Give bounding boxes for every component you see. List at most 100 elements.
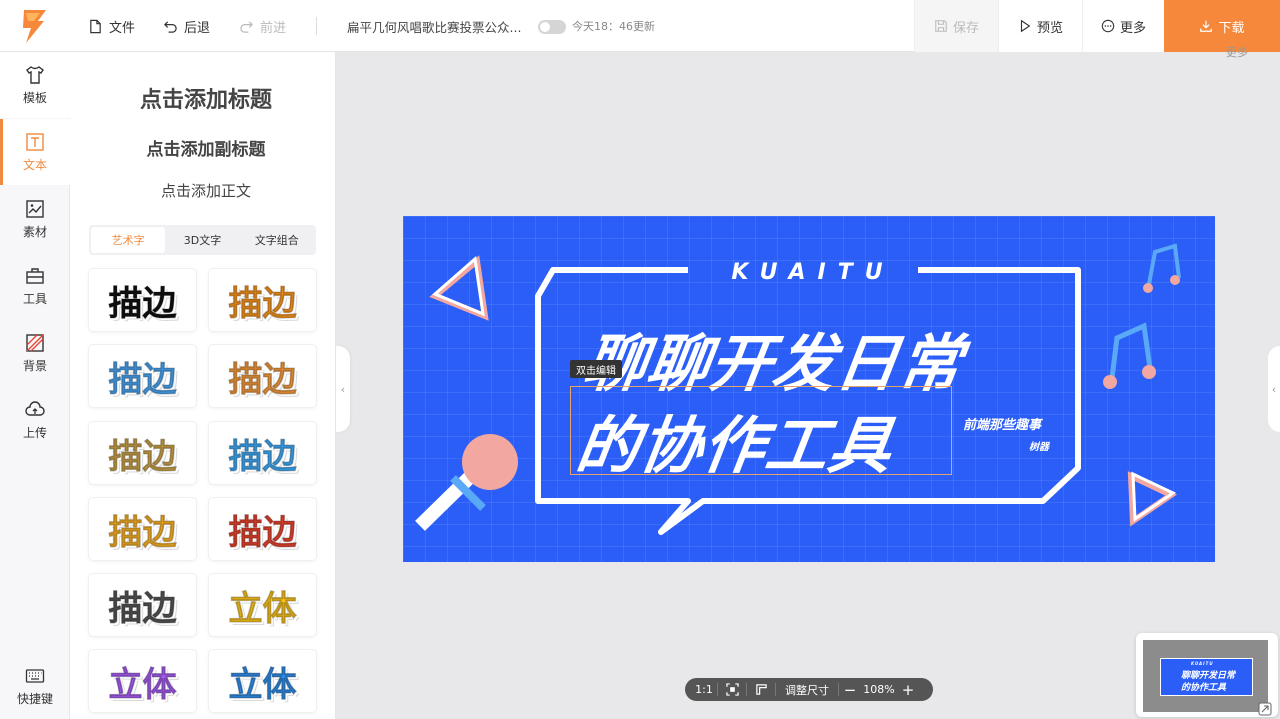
- music-note-large: [1103, 322, 1156, 389]
- art-text-tile[interactable]: 描边: [89, 269, 196, 331]
- art-text-tile[interactable]: 描边: [209, 422, 316, 484]
- top-toolbar: 文件 后退 前进 扁平几何风唱歌比赛投票公众... 今天18：46更新 保存 预…: [0, 0, 1280, 52]
- tab-3d-text[interactable]: 3D文字: [165, 227, 239, 253]
- more-button[interactable]: 更多: [1082, 0, 1164, 52]
- art-text-sample: 描边: [108, 436, 177, 477]
- minimap-canvas-preview: KUAITU 聊聊开发日常 的协作工具: [1160, 658, 1253, 696]
- keyboard-icon: [25, 668, 45, 683]
- redo-icon: [240, 20, 253, 33]
- art-text-tile[interactable]: 立体: [209, 650, 316, 712]
- text-panel: 点击添加标题 点击添加副标题 点击添加正文 艺术字 3D文字 文字组合 描边 描边…: [70, 52, 336, 719]
- nav-item-material[interactable]: 素材: [0, 186, 70, 252]
- toolbar-divider: [316, 17, 317, 35]
- nav-item-shortcuts[interactable]: 快捷键: [0, 653, 70, 719]
- add-subtitle-button[interactable]: 点击添加副标题: [70, 135, 335, 160]
- chevron-left-icon: ‹: [1271, 382, 1277, 396]
- nav-item-background[interactable]: 背景: [0, 320, 70, 386]
- nav-item-text[interactable]: 文本: [0, 119, 70, 185]
- document-title[interactable]: 扁平几何风唱歌比赛投票公众...: [347, 0, 521, 52]
- file-menu[interactable]: 文件: [88, 0, 135, 52]
- art-text-tile[interactable]: 描边: [89, 422, 196, 484]
- save-label: 保存: [952, 20, 979, 36]
- canvas-brand-text[interactable]: KUAITU: [703, 260, 923, 285]
- minimap-toggle-icon[interactable]: [1258, 702, 1272, 716]
- nav-label: 素材: [22, 224, 47, 239]
- art-text-sample: 描边: [228, 512, 297, 553]
- save-button[interactable]: 保存: [914, 0, 998, 52]
- upload-icon: [25, 400, 45, 416]
- plus-icon: +: [901, 680, 915, 699]
- fit-screen-button[interactable]: [718, 678, 746, 701]
- image-icon: [26, 199, 44, 218]
- text-icon: [26, 132, 44, 151]
- preview-label: 预览: [1036, 20, 1063, 36]
- art-text-tile[interactable]: 立体: [89, 650, 196, 712]
- art-text-tile[interactable]: 描边: [209, 269, 316, 331]
- nav-item-tools[interactable]: 工具: [0, 253, 70, 319]
- zoom-out-button[interactable]: −: [839, 678, 861, 701]
- play-icon: [1020, 19, 1031, 33]
- text-style-tabs: 艺术字 3D文字 文字组合: [89, 225, 316, 255]
- download-label: 下载: [1218, 20, 1245, 36]
- tab-art-text[interactable]: 艺术字: [91, 227, 166, 253]
- undo-label: 后退: [184, 20, 211, 36]
- more-icon: [1101, 19, 1115, 33]
- art-text-tile[interactable]: 描边: [209, 498, 316, 560]
- background-icon: [26, 333, 44, 352]
- ruler-button[interactable]: [747, 678, 775, 701]
- zoom-level[interactable]: 108%: [861, 678, 897, 701]
- add-body-button[interactable]: 点击添加正文: [70, 180, 335, 201]
- selection-box[interactable]: [570, 386, 952, 475]
- art-text-tile[interactable]: 描边: [209, 345, 316, 407]
- art-text-tile[interactable]: 描边: [89, 574, 196, 636]
- nav-label: 快捷键: [16, 691, 53, 706]
- redo-label: 前进: [260, 20, 287, 36]
- collapse-panel-handle[interactable]: ‹: [336, 346, 350, 432]
- nav-label: 上传: [22, 425, 47, 440]
- file-label: 文件: [109, 20, 136, 36]
- nav-label: 模板: [22, 90, 47, 105]
- nav-item-template[interactable]: 模板: [0, 52, 70, 118]
- canvas-subtitle-line1[interactable]: 前端那些趣事: [963, 414, 1041, 433]
- file-icon: [90, 19, 101, 33]
- art-text-tile[interactable]: 描边: [89, 345, 196, 407]
- more-label: 更多: [1119, 20, 1146, 36]
- shirt-icon: [26, 65, 44, 84]
- left-nav: 模板 文本 素材 工具 背景 上传 快捷键: [0, 52, 70, 719]
- corner-more-link[interactable]: 更多: [1226, 44, 1248, 60]
- resize-canvas-button[interactable]: 调整尺寸: [776, 678, 838, 701]
- preview-button[interactable]: 预览: [998, 0, 1082, 52]
- download-button[interactable]: 下载: [1164, 0, 1280, 52]
- triangle-left: [429, 255, 489, 321]
- autosave-toggle[interactable]: [538, 20, 566, 34]
- add-title-button[interactable]: 点击添加标题: [70, 82, 335, 114]
- undo-button[interactable]: 后退: [163, 0, 210, 52]
- zoom-in-button[interactable]: +: [897, 678, 919, 701]
- zoom-toolbar: 1:1 调整尺寸 − 108% +: [685, 678, 933, 701]
- chevron-left-icon: ‹: [340, 382, 346, 396]
- toolbox-icon: [26, 267, 44, 284]
- save-status: 今天18：46更新: [572, 20, 655, 33]
- art-text-tile[interactable]: 立体: [209, 574, 316, 636]
- ruler-icon: [755, 684, 767, 695]
- art-text-tile[interactable]: 描边: [89, 498, 196, 560]
- nav-label: 背景: [22, 358, 47, 373]
- art-text-sample: 描边: [228, 436, 297, 477]
- art-text-sample: 立体: [228, 664, 297, 705]
- nav-label: 工具: [22, 291, 47, 306]
- ratio-1to1-button[interactable]: 1:1: [691, 678, 717, 701]
- microphone-graphic: [415, 434, 518, 531]
- art-text-sample: 立体: [108, 664, 177, 705]
- nav-item-upload[interactable]: 上传: [0, 387, 70, 453]
- music-note-small: [1143, 243, 1181, 293]
- app-logo[interactable]: [0, 0, 70, 52]
- fit-screen-icon: [725, 683, 739, 696]
- art-text-sample: 立体: [228, 588, 297, 629]
- expand-right-handle[interactable]: ‹: [1268, 346, 1280, 432]
- canvas-subtitle-line2[interactable]: 树器: [1029, 438, 1049, 453]
- minimap[interactable]: KUAITU 聊聊开发日常 的协作工具: [1136, 633, 1278, 717]
- minimap-brand: KUAITU: [1191, 661, 1214, 666]
- art-text-sample: 描边: [228, 359, 297, 400]
- redo-button[interactable]: 前进: [239, 0, 286, 52]
- tab-text-combo[interactable]: 文字组合: [240, 227, 314, 253]
